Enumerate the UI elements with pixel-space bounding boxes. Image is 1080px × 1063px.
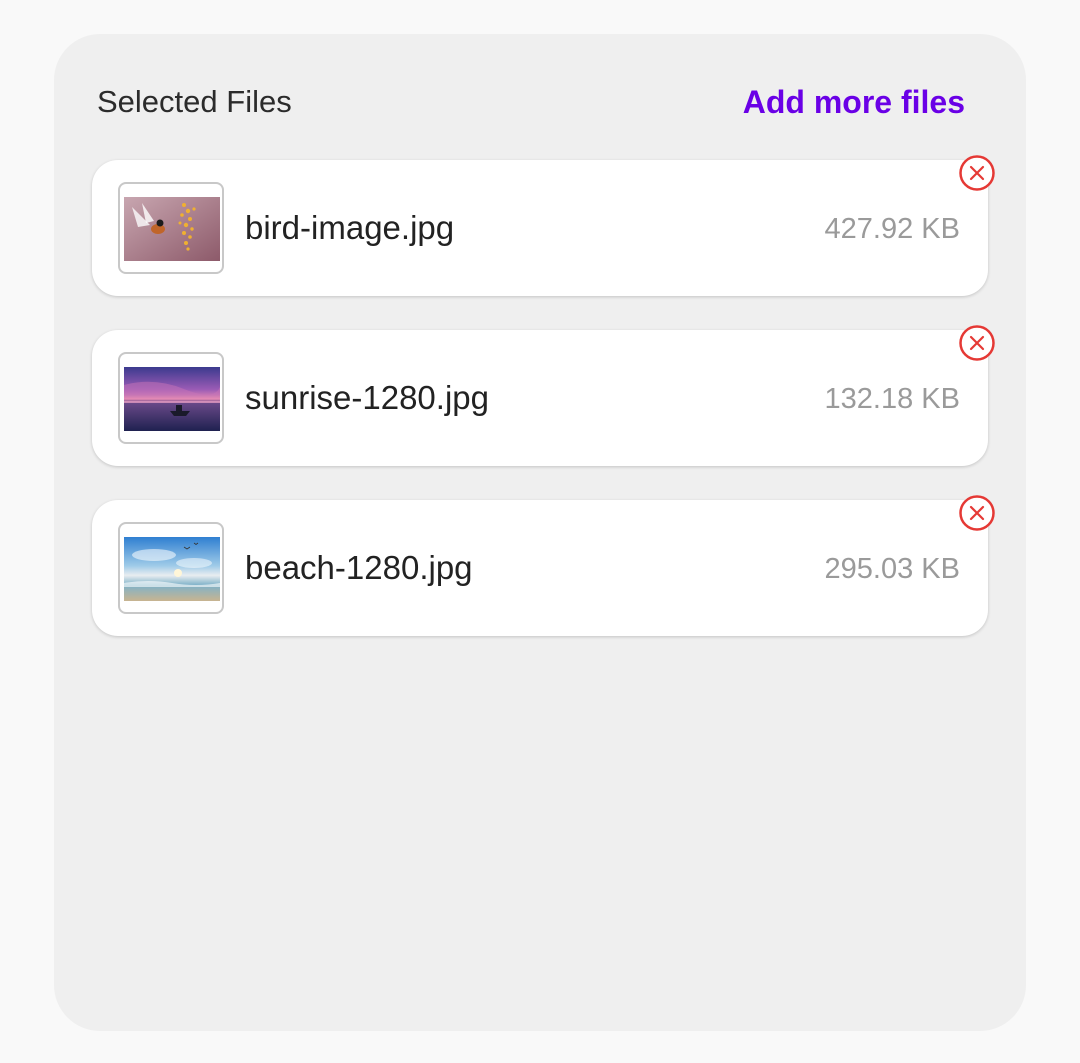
panel-title: Selected Files <box>97 84 292 119</box>
sunrise-image <box>124 367 220 431</box>
file-thumbnail <box>118 522 224 614</box>
file-size: 427.92 KB <box>824 213 960 245</box>
file-name: beach-1280.jpg <box>245 549 473 586</box>
bird-image <box>124 197 220 261</box>
remove-file-button[interactable] <box>958 324 996 362</box>
selected-files-panel: Selected Files Add more files bird-image… <box>54 34 1026 1031</box>
file-item: sunrise-1280.jpg 132.18 KB <box>92 325 995 466</box>
file-size: 132.18 KB <box>824 383 960 415</box>
close-circle-icon <box>959 325 995 361</box>
file-name: sunrise-1280.jpg <box>245 379 489 416</box>
panel-header: Selected Files Add more files <box>97 82 965 122</box>
file-name: bird-image.jpg <box>245 209 455 246</box>
beach-image <box>124 537 220 601</box>
remove-file-button[interactable] <box>958 494 996 532</box>
file-thumbnail <box>118 182 224 274</box>
file-thumbnail <box>118 352 224 444</box>
file-item: beach-1280.jpg 295.03 KB <box>92 495 995 636</box>
remove-file-button[interactable] <box>958 154 996 192</box>
add-more-files-link[interactable]: Add more files <box>743 84 965 121</box>
close-circle-icon <box>959 495 995 531</box>
close-circle-icon <box>959 155 995 191</box>
file-size: 295.03 KB <box>824 553 960 585</box>
file-item: bird-image.jpg 427.92 KB <box>92 155 995 296</box>
